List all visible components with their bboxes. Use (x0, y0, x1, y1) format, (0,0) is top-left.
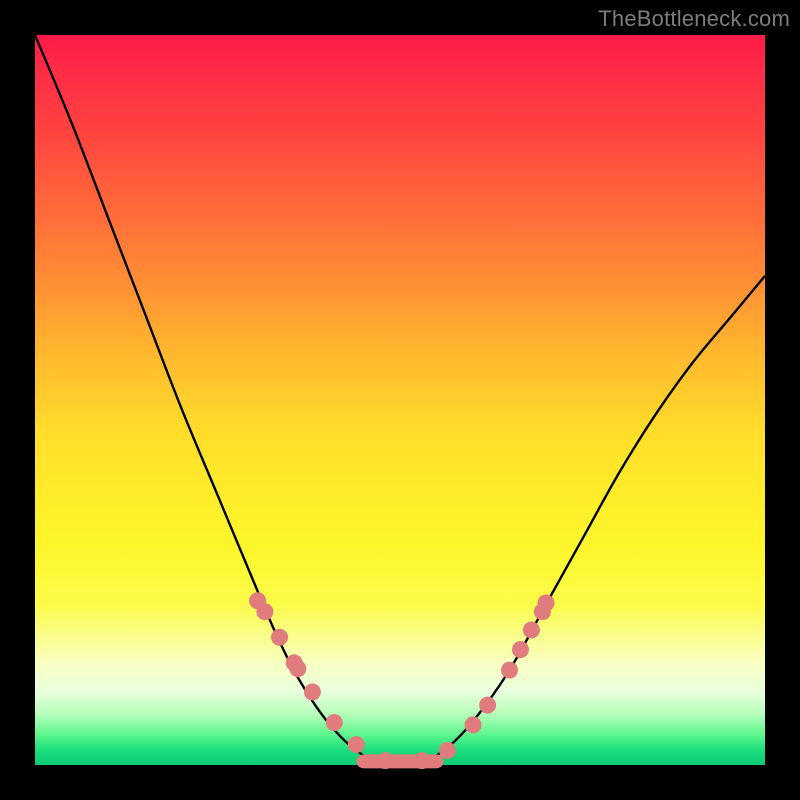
data-point (256, 603, 273, 620)
data-point (501, 662, 518, 679)
data-point (304, 684, 321, 701)
data-point (289, 660, 306, 677)
curve-svg (35, 35, 765, 765)
curve-group (35, 35, 765, 767)
data-point (271, 629, 288, 646)
data-point (512, 641, 529, 658)
data-point (348, 736, 365, 753)
data-point (439, 742, 456, 759)
dots-group (249, 592, 554, 769)
data-point (465, 716, 482, 733)
bottleneck-curve (35, 35, 765, 767)
data-point (377, 752, 394, 769)
data-point (413, 752, 430, 769)
data-point (538, 594, 555, 611)
chart-frame: TheBottleneck.com (0, 0, 800, 800)
data-point (479, 697, 496, 714)
watermark-text: TheBottleneck.com (598, 6, 790, 32)
data-point (523, 621, 540, 638)
data-point (326, 714, 343, 731)
plot-area (35, 35, 765, 765)
